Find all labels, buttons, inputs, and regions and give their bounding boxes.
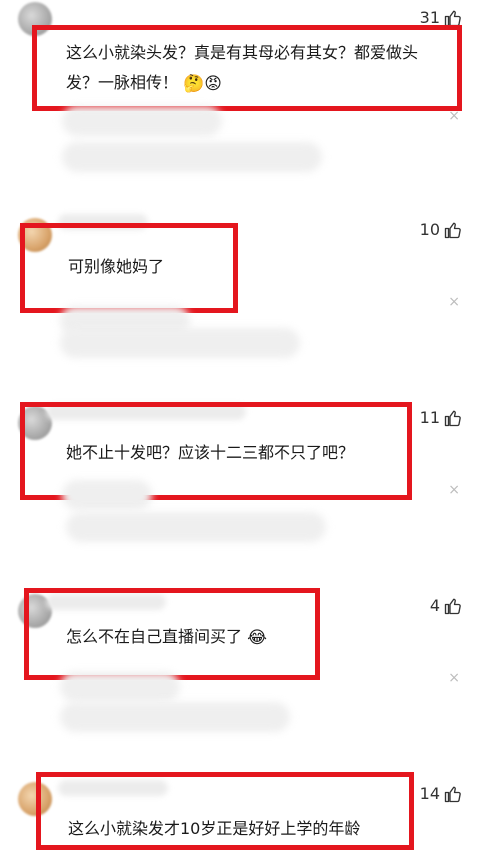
close-icon[interactable]: × xyxy=(448,108,460,124)
comment-text: 怎么不在自己直播间买了 😂 xyxy=(66,622,267,653)
like-group[interactable]: 14 xyxy=(420,784,462,803)
close-icon[interactable]: × xyxy=(448,482,460,498)
like-group[interactable]: 4 xyxy=(430,596,462,615)
reply-preview xyxy=(62,480,152,510)
thumb-up-icon[interactable] xyxy=(444,597,462,615)
reply-preview xyxy=(62,142,322,172)
reply-preview xyxy=(60,672,180,702)
comment-item: 4 怎么不在自己直播间买了 😂 × xyxy=(0,586,490,756)
like-count: 10 xyxy=(419,220,440,239)
comment-text: 这么小就染发才10岁正是好好上学的年龄 xyxy=(68,819,361,838)
close-icon[interactable]: × xyxy=(448,294,460,310)
like-count: 11 xyxy=(419,408,440,427)
thumb-up-icon[interactable] xyxy=(444,785,462,803)
thumb-up-icon[interactable] xyxy=(444,9,462,27)
like-count: 14 xyxy=(419,784,440,803)
comment-item: 10 可别像她妈了 × xyxy=(0,210,490,380)
comment-item: 31 这么小就染头发？真是有其母必有其女？都爱做头 发？一脉相传！ 🤔😡 × xyxy=(0,0,490,190)
angry-emoji-icon: 😡 xyxy=(204,73,223,94)
comment-text: 她不止十发吧？应该十二三都不只了吧？ xyxy=(66,443,355,462)
reply-preview xyxy=(60,328,300,358)
like-group[interactable]: 11 xyxy=(420,408,462,427)
laughing-emoji-icon: 😂 xyxy=(247,627,267,648)
thumb-up-icon[interactable] xyxy=(444,221,462,239)
reply-preview xyxy=(60,702,290,732)
like-count: 4 xyxy=(429,596,440,615)
reply-preview xyxy=(62,106,222,136)
comment-item: 11 她不止十发吧？应该十二三都不只了吧？ × xyxy=(0,398,490,568)
comment-item: 14 这么小就染发才10岁正是好好上学的年龄 xyxy=(0,770,490,854)
like-group[interactable]: 10 xyxy=(420,220,462,239)
reply-preview xyxy=(66,512,326,542)
thumb-up-icon[interactable] xyxy=(444,409,462,427)
close-icon[interactable]: × xyxy=(448,670,460,686)
comment-text: 可别像她妈了 xyxy=(68,257,165,276)
comment-text: 这么小就染头发？真是有其母必有其女？都爱做头 发？一脉相传！ 🤔😡 xyxy=(66,38,446,99)
thinking-emoji-icon: 🤔 xyxy=(183,73,205,94)
